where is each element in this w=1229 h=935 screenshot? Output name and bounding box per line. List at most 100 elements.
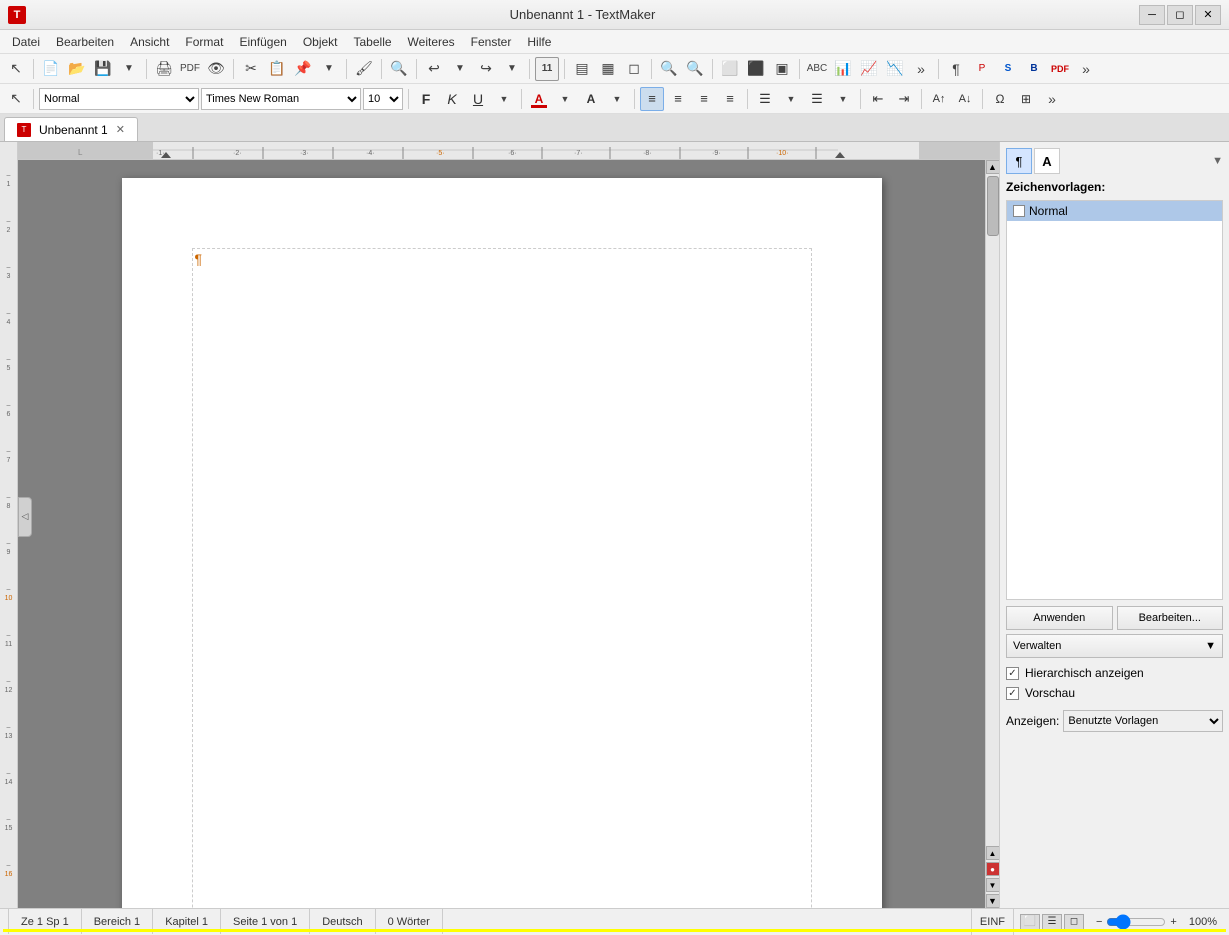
verwalten-button[interactable]: Verwalten ▼ <box>1006 634 1223 658</box>
zoom-out-btn[interactable]: − <box>1096 916 1102 928</box>
format-brush-btn[interactable]: 🖌 <box>352 57 376 81</box>
style-list-container[interactable]: Normal <box>1006 200 1223 600</box>
minimize-button[interactable]: ─ <box>1139 5 1165 25</box>
doc-scroll-area[interactable]: ◁ ¶ <box>18 160 985 908</box>
align-justify-btn[interactable]: ≡ <box>718 87 742 111</box>
menu-hilfe[interactable]: Hilfe <box>519 32 559 52</box>
bearbeiten-button[interactable]: Bearbeiten... <box>1117 606 1224 630</box>
paragraph-style-select[interactable]: Normal <box>39 88 199 110</box>
zoom-btn[interactable]: 🔍 <box>387 57 411 81</box>
copy-btn[interactable]: 📋 <box>265 57 289 81</box>
paragraph-btn[interactable]: ¶ <box>944 57 968 81</box>
collapse-handle[interactable]: ◁ <box>18 497 32 537</box>
menu-bearbeiten[interactable]: Bearbeiten <box>48 32 122 52</box>
spell-btn[interactable]: ABC <box>805 57 829 81</box>
underline-btn[interactable]: U <box>466 87 490 111</box>
search2-btn[interactable]: 🔍 <box>683 57 707 81</box>
vorschau-checkbox[interactable] <box>1006 687 1019 700</box>
panel-dropdown-btn[interactable]: ▼ <box>1212 155 1223 167</box>
frame2-btn[interactable]: ⬛ <box>744 57 768 81</box>
view-draft-btn[interactable]: ☰ <box>1042 914 1062 930</box>
field-btn[interactable]: 11 <box>535 57 559 81</box>
restore-button[interactable]: ◻ <box>1167 5 1193 25</box>
tab-close-btn[interactable]: ✕ <box>116 123 125 136</box>
scroll-arrow-dn2[interactable]: ▼ <box>986 878 1000 892</box>
align-left-btn[interactable]: ≡ <box>640 87 664 111</box>
new-btn[interactable]: 📄 <box>39 57 63 81</box>
menu-weiteres[interactable]: Weiteres <box>400 32 463 52</box>
zoom-in-btn[interactable]: + <box>1170 916 1176 928</box>
char-panel-btn[interactable]: A <box>1034 148 1060 174</box>
menu-tabelle[interactable]: Tabelle <box>346 32 400 52</box>
highlight-btn[interactable]: A <box>579 87 603 111</box>
font-size-select[interactable]: 10 <box>363 88 403 110</box>
view3-btn[interactable]: ◻ <box>622 57 646 81</box>
redo-btn[interactable]: ↪ <box>474 57 498 81</box>
italic-btn[interactable]: K <box>440 87 464 111</box>
page-content-area[interactable]: ¶ <box>192 248 812 908</box>
textcolor-btn[interactable]: P <box>970 57 994 81</box>
close-button[interactable]: ✕ <box>1195 5 1221 25</box>
bullet-list-btn[interactable]: ☰ <box>753 87 777 111</box>
undo-dropdown-btn[interactable]: ▼ <box>448 57 472 81</box>
menu-einfuegen[interactable]: Einfügen <box>231 32 294 52</box>
textbold2-btn[interactable]: B <box>1022 57 1046 81</box>
cursor-tool-btn[interactable]: ↖ <box>4 57 28 81</box>
style-list-item-normal[interactable]: Normal <box>1007 201 1222 221</box>
cursor-btn[interactable]: ↖ <box>4 87 28 111</box>
numbered-dropdown-btn[interactable]: ▼ <box>831 87 855 111</box>
print-pdf-btn[interactable]: PDF <box>178 57 202 81</box>
view2-btn[interactable]: ▦ <box>596 57 620 81</box>
align-center-btn[interactable]: ≡ <box>666 87 690 111</box>
menu-objekt[interactable]: Objekt <box>295 32 346 52</box>
pdf-export-btn[interactable]: PDF <box>1048 57 1072 81</box>
table-insert-btn[interactable]: ⊞ <box>1014 87 1038 111</box>
menu-datei[interactable]: Datei <box>4 32 48 52</box>
view-page-btn[interactable]: ⬜ <box>1020 914 1040 930</box>
save-btn[interactable]: 💾 <box>91 57 115 81</box>
more-toolbar-btn[interactable]: » <box>909 57 933 81</box>
hierarchisch-checkbox[interactable] <box>1006 667 1019 680</box>
numbered-list-btn[interactable]: ☰ <box>805 87 829 111</box>
chart-btn[interactable]: 📊 <box>831 57 855 81</box>
frame3-btn[interactable]: ▣ <box>770 57 794 81</box>
bold-btn[interactable]: F <box>414 87 438 111</box>
paste-btn[interactable]: 📌 <box>291 57 315 81</box>
undo-btn[interactable]: ↩ <box>422 57 446 81</box>
align-right-btn[interactable]: ≡ <box>692 87 716 111</box>
search-btn[interactable]: 🔍 <box>657 57 681 81</box>
frame1-btn[interactable]: ⬜ <box>718 57 742 81</box>
cut-btn[interactable]: ✂ <box>239 57 263 81</box>
view-outline-btn[interactable]: ◻ <box>1064 914 1084 930</box>
scroll-down-btn[interactable]: ▼ <box>986 894 1000 908</box>
special-char-btn[interactable]: Ω <box>988 87 1012 111</box>
zoom-slider[interactable] <box>1106 916 1166 928</box>
text-size-up-btn[interactable]: A↑ <box>927 87 951 111</box>
text-size-dn-btn[interactable]: A↓ <box>953 87 977 111</box>
open-btn[interactable]: 📂 <box>65 57 89 81</box>
more-format-btn[interactable]: » <box>1040 87 1064 111</box>
scroll-arrow-mid[interactable]: ● <box>986 862 1000 876</box>
scrollbar-thumb[interactable] <box>987 176 999 236</box>
anwenden-button[interactable]: Anwenden <box>1006 606 1113 630</box>
document-tab[interactable]: T Unbenannt 1 ✕ <box>4 117 138 141</box>
indent-btn[interactable]: ⇥ <box>892 87 916 111</box>
font-color-dropdown-btn[interactable]: ▼ <box>553 87 577 111</box>
textcolor2-btn[interactable]: S <box>996 57 1020 81</box>
font-select[interactable]: Times New Roman <box>201 88 361 110</box>
outdent-btn[interactable]: ⇤ <box>866 87 890 111</box>
menu-fenster[interactable]: Fenster <box>463 32 520 52</box>
print-btn[interactable]: 🖨 <box>152 57 176 81</box>
menu-ansicht[interactable]: Ansicht <box>122 32 177 52</box>
font-color-btn[interactable]: A <box>527 87 551 111</box>
underline-color-btn[interactable]: ▼ <box>492 87 516 111</box>
menu-format[interactable]: Format <box>177 32 231 52</box>
anzeigen-select[interactable]: Benutzte Vorlagen Alle Vorlagen Benutzer… <box>1063 710 1223 732</box>
preview-btn[interactable]: 👁 <box>204 57 228 81</box>
document-page[interactable]: ¶ <box>122 178 882 908</box>
redo-dropdown-btn[interactable]: ▼ <box>500 57 524 81</box>
highlight-dropdown-btn[interactable]: ▼ <box>605 87 629 111</box>
bullet-dropdown-btn[interactable]: ▼ <box>779 87 803 111</box>
chart3-btn[interactable]: 📉 <box>883 57 907 81</box>
scroll-up-btn[interactable]: ▲ <box>986 160 1000 174</box>
